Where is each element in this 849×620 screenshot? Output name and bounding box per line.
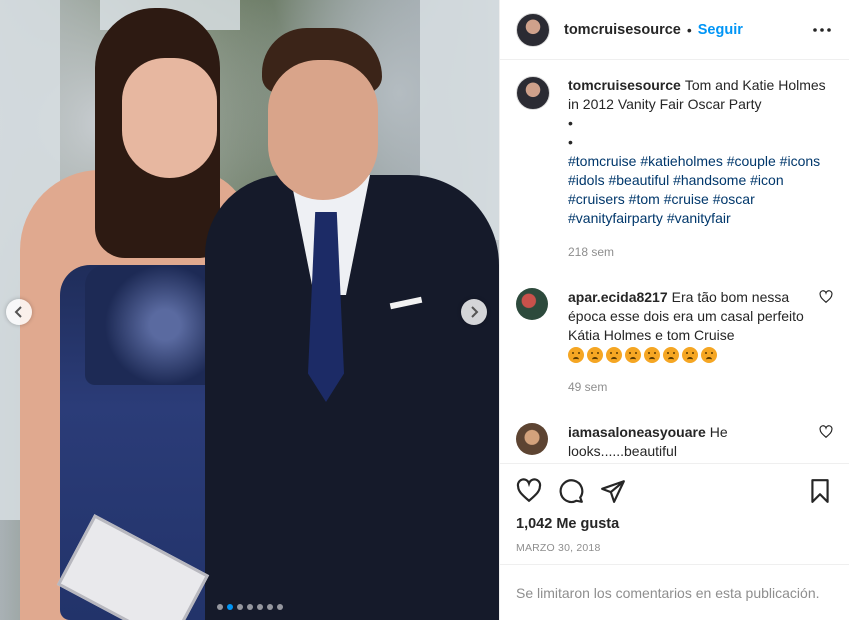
comment-icon[interactable] xyxy=(558,478,584,504)
carousel-dot xyxy=(256,604,263,610)
follow-button[interactable]: Seguir xyxy=(698,22,743,38)
caption-timestamp[interactable]: 218 sem xyxy=(568,243,833,262)
likes-count[interactable]: 1,042 Me gusta xyxy=(516,516,833,532)
caption-bullet: • xyxy=(568,115,573,131)
sad-face-emoji-icon xyxy=(644,347,660,363)
carousel-prev-button[interactable] xyxy=(6,299,32,325)
comment-item: apar.ecida8217 Era tão bom nessa época es… xyxy=(516,288,833,397)
carousel-dot xyxy=(276,604,283,610)
heart-icon[interactable] xyxy=(516,478,542,504)
action-bar xyxy=(516,464,833,518)
photo-man-face xyxy=(268,60,378,200)
carousel-dot xyxy=(236,604,243,610)
avatar[interactable] xyxy=(516,12,550,47)
avatar[interactable] xyxy=(516,423,548,455)
post-date[interactable]: MARZO 30, 2018 xyxy=(516,542,833,554)
share-icon[interactable] xyxy=(600,478,626,504)
caption-username[interactable]: tomcruisesource xyxy=(568,77,681,93)
comment-username[interactable]: iamasaloneasyouare xyxy=(568,424,706,440)
sad-face-emoji-icon xyxy=(568,347,584,363)
post-actions-section: 1,042 Me gusta MARZO 30, 2018 xyxy=(500,463,849,564)
post-header: tomcruisesource • Seguir xyxy=(500,0,849,60)
caption-bullet: • xyxy=(568,134,573,150)
header-separator: • xyxy=(686,21,692,38)
chevron-right-icon xyxy=(471,306,479,318)
comment-body: apar.ecida8217 Era tão bom nessa época es… xyxy=(568,288,811,397)
chevron-left-icon xyxy=(14,306,22,318)
avatar[interactable] xyxy=(516,76,550,110)
caption-hashtags[interactable]: #tomcruise #katieholmes #couple #icons #… xyxy=(568,152,833,228)
photo-woman-face xyxy=(122,58,217,178)
comments-list[interactable]: tomcruisesource Tom and Katie Holmes in 2… xyxy=(500,60,849,463)
post-photo[interactable] xyxy=(0,0,499,620)
carousel-dot xyxy=(266,604,273,610)
instagram-post: tomcruisesource • Seguir tomcruisesource… xyxy=(0,0,849,620)
comments-limited-notice: Se limitaron los comentarios en esta pub… xyxy=(500,564,849,620)
carousel-dot xyxy=(246,604,253,610)
caption: tomcruisesource Tom and Katie Holmes in 2… xyxy=(516,76,833,262)
sad-face-emoji-icon xyxy=(663,347,679,363)
header-username[interactable]: tomcruisesource xyxy=(564,22,681,38)
sad-face-emoji-icon xyxy=(682,347,698,363)
heart-icon[interactable] xyxy=(819,290,833,304)
comment-body: iamasaloneasyouare He looks......beautifu… xyxy=(568,423,811,461)
carousel-indicator xyxy=(0,604,499,610)
comment-item: iamasaloneasyouare He looks......beautifu… xyxy=(516,423,833,461)
more-icon xyxy=(813,27,831,32)
more-options-button[interactable] xyxy=(811,27,833,32)
comment-timestamp[interactable]: 49 sem xyxy=(568,378,811,397)
comment-emojis xyxy=(568,347,811,363)
heart-icon[interactable] xyxy=(819,425,833,439)
carousel-next-button[interactable] xyxy=(461,299,487,325)
comment-username[interactable]: apar.ecida8217 xyxy=(568,289,668,305)
carousel-dot xyxy=(216,604,223,610)
caption-body: tomcruisesource Tom and Katie Holmes in 2… xyxy=(568,76,833,262)
sad-face-emoji-icon xyxy=(587,347,603,363)
sad-face-emoji-icon xyxy=(625,347,641,363)
carousel-dot xyxy=(226,604,233,610)
post-sidebar: tomcruisesource • Seguir tomcruisesource… xyxy=(499,0,849,620)
sad-face-emoji-icon xyxy=(701,347,717,363)
sad-face-emoji-icon xyxy=(606,347,622,363)
bookmark-icon[interactable] xyxy=(807,478,833,504)
avatar[interactable] xyxy=(516,288,548,320)
